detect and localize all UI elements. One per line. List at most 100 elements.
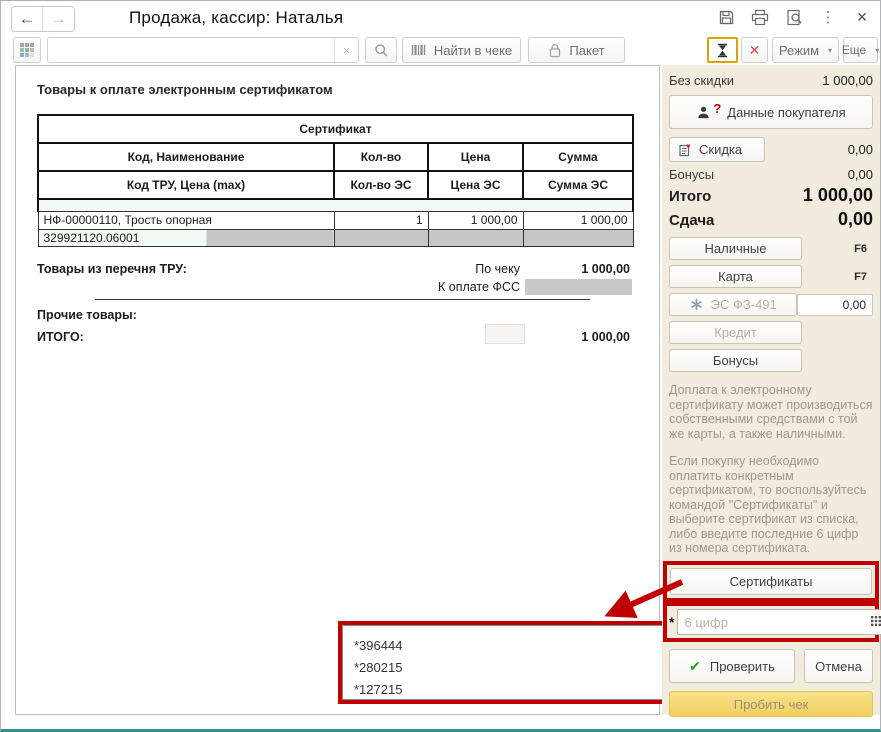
certificates-annotation-border: Сертификаты: [663, 561, 879, 602]
cell-qty: 1: [333, 210, 429, 230]
bonuses-button-label: Бонусы: [712, 353, 759, 368]
by-receipt-label: По чеку: [475, 262, 520, 276]
table-row[interactable]: НФ-00000110, Трость опорная 1 1 000,00 1…: [37, 210, 634, 230]
customer-data-button[interactable]: ? Данные покупателя: [669, 95, 873, 129]
no-discount-value: 1 000,00: [822, 73, 873, 88]
payment-panel: Без скидки 1 000,00 ? Данные покупателя …: [662, 65, 881, 717]
bonuses-button[interactable]: Бонусы: [669, 349, 802, 372]
digits-input[interactable]: [678, 614, 867, 630]
certificate-table: Сертификат Код, Наименование Кол-во Цена…: [37, 114, 634, 247]
certificate-number: *396444: [354, 638, 403, 653]
mode-label: Режим: [778, 42, 820, 58]
certificate-number: *127215: [354, 682, 403, 697]
forward-icon[interactable]: →: [43, 7, 74, 31]
hint-text-certificate: Если покупку необходимо оплатить конкрет…: [669, 454, 867, 555]
mode-button[interactable]: Режим ▾: [772, 37, 839, 63]
cell-sum: 1 000,00: [522, 210, 634, 230]
clear-search-icon[interactable]: ×: [334, 38, 358, 62]
receipt-document: Товары к оплате электронным сертификатом…: [15, 65, 669, 715]
credit-button[interactable]: Кредит: [669, 321, 802, 344]
col-header: Сумма: [522, 142, 634, 172]
certificates-button[interactable]: Сертификаты: [670, 568, 872, 595]
card-button[interactable]: Карта: [669, 265, 802, 288]
hourglass-icon: [718, 43, 727, 57]
es-label: ЭС ФЗ-491: [710, 297, 777, 312]
required-mark: *: [669, 614, 675, 630]
more-button[interactable]: Еще ▾: [841, 37, 879, 63]
save-icon[interactable]: [716, 7, 736, 27]
other-goods-label: Прочие товары:: [37, 308, 137, 322]
find-in-receipt-label: Найти в чеке: [433, 42, 513, 58]
tru-total-label: Товары из перечня ТРУ:: [37, 262, 187, 276]
question-badge: ?: [713, 100, 722, 116]
search-button[interactable]: [365, 37, 397, 63]
col-header: Кол-во: [333, 142, 429, 172]
nomenclature-grid-button[interactable]: [13, 37, 41, 63]
verify-label: Проверить: [709, 658, 775, 674]
more-label: Еще: [841, 43, 867, 57]
close-icon[interactable]: ×: [852, 7, 872, 27]
no-discount-label: Без скидки: [669, 73, 735, 88]
spacer-row: [37, 198, 634, 212]
cash-button[interactable]: Наличные: [669, 237, 802, 260]
by-receipt-value: 1 000,00: [581, 262, 630, 276]
grid-icon: [20, 43, 34, 57]
certificates-label: Сертификаты: [729, 574, 813, 589]
digits-annotation-border: *: [663, 602, 881, 642]
chevron-down-icon: ▾: [828, 45, 833, 55]
find-in-receipt-button[interactable]: Найти в чеке: [402, 37, 521, 63]
preview-icon[interactable]: [784, 7, 804, 27]
search-input[interactable]: [48, 38, 334, 62]
more-menu-icon[interactable]: ⋮: [818, 7, 838, 27]
fss-value-box: [525, 279, 632, 295]
back-icon[interactable]: ←: [12, 7, 43, 31]
packet-button[interactable]: Пакет: [528, 37, 625, 63]
print-icon[interactable]: [750, 7, 770, 27]
discount-value: 0,00: [847, 142, 873, 157]
discount-button[interactable]: Скидка: [669, 137, 765, 162]
cancel-receipt-button[interactable]: ✕: [741, 37, 768, 63]
bonuses-label: Бонусы: [669, 167, 715, 182]
total-label: Итого: [669, 188, 712, 205]
app-window: ← → Продажа, кассир: Наталья ⋮ × × Найти…: [0, 0, 881, 732]
card-label: Карта: [718, 269, 753, 284]
title-bar: ← → Продажа, кассир: Наталья ⋮ ×: [1, 1, 880, 35]
bonuses-value: 0,00: [847, 167, 873, 182]
cell-tru-code: 329921120.06001: [37, 228, 335, 247]
document-heading: Товары к оплате электронным сертификатом: [37, 82, 333, 97]
packet-label: Пакет: [569, 42, 605, 58]
es-amount-field[interactable]: 0,00: [797, 293, 873, 316]
cancel-button[interactable]: Отмена: [804, 649, 873, 683]
hint-text-surcharge: Доплата к электронному сертификату может…: [669, 383, 873, 441]
customer-data-label: Данные покупателя: [727, 104, 846, 120]
col-header: Сумма ЭС: [522, 170, 634, 200]
credit-label: Кредит: [714, 325, 757, 340]
cash-label: Наличные: [704, 241, 767, 256]
snowflake-icon: [690, 298, 702, 311]
fss-label: К оплате ФСС: [437, 280, 520, 294]
col-header: Кол-во ЭС: [333, 170, 429, 200]
nav-buttons: ← →: [11, 6, 75, 32]
cell-sum-es: [522, 228, 634, 247]
cancel-label: Отмена: [815, 658, 862, 674]
verify-button[interactable]: ✔ Проверить: [669, 649, 795, 683]
electronic-certificate-button[interactable]: ЭС ФЗ-491: [669, 293, 798, 316]
search-field: ×: [47, 37, 359, 63]
discount-icon: [679, 143, 691, 156]
col-header: Цена ЭС: [427, 170, 524, 200]
cell-price: 1 000,00: [427, 210, 524, 230]
total-input-box[interactable]: [485, 324, 525, 344]
page-title: Продажа, кассир: Наталья: [129, 8, 344, 27]
commit-label: Пробить чек: [733, 696, 809, 712]
hourglass-button[interactable]: [707, 37, 738, 63]
table-row[interactable]: 329921120.06001: [37, 228, 634, 247]
barcode-icon: [411, 45, 426, 55]
col-header: Код ТРУ, Цена (max): [37, 170, 335, 200]
keypad-icon[interactable]: [866, 615, 881, 629]
cell-price-es: [427, 228, 524, 247]
toolbar: × Найти в чеке Пакет ✕ Режим ▾ Еще ▾: [1, 37, 880, 65]
discount-label: Скидка: [699, 142, 743, 157]
commit-receipt-button[interactable]: Пробить чек: [669, 691, 873, 717]
check-icon: ✔: [689, 657, 701, 674]
col-header: Цена: [427, 142, 524, 172]
